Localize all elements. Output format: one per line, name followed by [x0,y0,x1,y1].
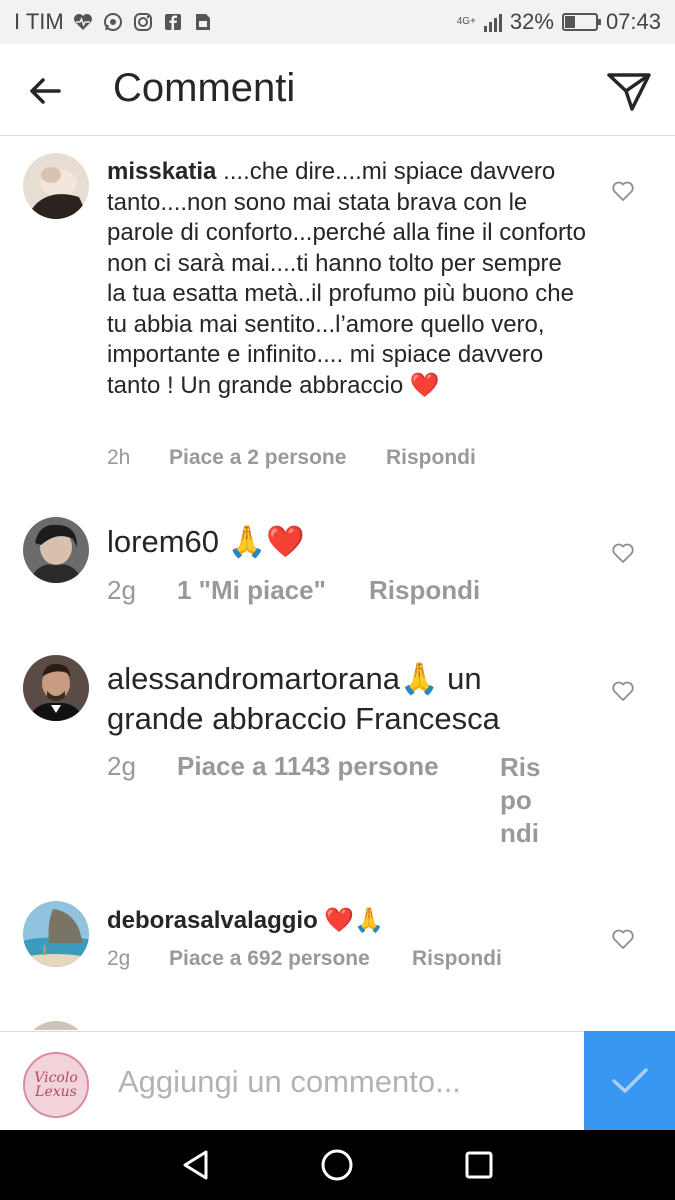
signal-icon [483,12,502,32]
heart-outline-icon [612,681,634,701]
status-left: I TIM [14,9,214,35]
comment-body: 🙏❤️ [219,524,305,559]
avatar[interactable] [23,901,89,967]
comment-time: 2g [107,947,131,970]
avatar[interactable] [23,1021,89,1030]
paper-plane-icon [607,73,651,111]
comment-username[interactable]: misskatia [107,158,216,185]
comment-input[interactable] [118,1060,568,1104]
comment-text: alessandromartorana🙏 un grande abbraccio… [107,659,547,739]
reply-button[interactable]: Ris po ndi [500,751,544,850]
comment-likes[interactable]: Piace a 692 persone [169,947,412,971]
sim-icon [192,11,214,33]
back-button[interactable] [24,70,66,112]
comment-body: ....che dire....mi spiace davvero tanto.… [107,158,586,399]
comment-text: lorem60 🙏❤️ [107,522,587,562]
battery-icon [561,13,601,31]
heart-outline-icon [612,181,634,201]
heart-outline-icon [612,929,634,949]
comment-text: deborasalvalaggio ❤️🙏 [107,906,587,937]
nav-home-button[interactable] [317,1145,357,1185]
comment-username[interactable]: lorem60 [107,524,219,559]
back-triangle-icon [183,1150,208,1180]
nav-back-button[interactable] [176,1145,216,1185]
comment-text: misskatia ....che dire....mi spiace davv… [107,157,587,401]
heart-outline-icon [612,543,634,563]
home-circle-icon [321,1149,353,1181]
comment-likes[interactable]: 1 "Mi piace" [177,575,369,606]
reply-button[interactable]: Rispondi [412,947,502,971]
comment-composer: Vicolo Lexus [0,1031,675,1131]
status-bar: I TIM 4G+ 32% 07:43 [0,0,675,44]
like-button[interactable] [609,177,637,205]
facebook-icon [162,11,184,33]
reply-button[interactable]: Rispondi [369,575,480,606]
avatar-logo-text: Vicolo Lexus [34,1070,78,1100]
avatar[interactable] [23,517,89,583]
like-button[interactable] [609,925,637,953]
like-button[interactable] [609,539,637,567]
comment-likes[interactable]: Piace a 2 persone [169,446,386,470]
comment-body: ❤️🙏 [317,907,385,934]
post-comment-button[interactable] [584,1031,675,1131]
checkmark-icon [611,1068,648,1093]
comment-meta: 2g Piace a 692 persone Rispondi [107,947,502,971]
reply-button[interactable]: Rispondi [386,446,476,470]
comment-meta: 2g Piace a 1143 persone Ris po ndi [107,751,544,850]
avatar[interactable] [23,655,89,721]
avatar[interactable] [23,153,89,219]
comment-likes[interactable]: Piace a 1143 persone [177,751,500,782]
system-nav-bar [0,1130,675,1200]
instagram-icon [132,11,154,33]
nav-recents-button[interactable] [459,1145,499,1185]
recents-square-icon [465,1151,493,1179]
page-title: Commenti [113,66,296,110]
comment-time: 2g [107,575,136,605]
comment-username[interactable]: alessandromartorana [107,661,400,696]
comment-time: 2h [107,446,131,469]
avatar: Vicolo Lexus [23,1052,89,1118]
clock: 07:43 [605,9,661,34]
carrier-label: I TIM [14,9,64,34]
comment-meta: 2g 1 "Mi piace" Rispondi [107,575,480,606]
arrow-left-icon [30,78,61,104]
status-right: 4G+ 32% 07:43 [457,9,661,35]
comment-time: 2g [107,751,136,781]
comment-username[interactable]: deborasalvalaggio [107,907,318,934]
direct-send-button[interactable] [605,68,653,116]
battery-percent: 32% [509,9,554,34]
heart-monitor-icon [72,11,94,33]
comment-list[interactable]: misskatia ....che dire....mi spiace davv… [0,137,675,1030]
whatsapp-icon [102,11,124,33]
app-bar: Commenti [0,44,675,136]
comment-meta: 2h Piace a 2 persone Rispondi [107,446,476,470]
network-indicator: 4G+ [456,16,476,27]
like-button[interactable] [609,677,637,705]
